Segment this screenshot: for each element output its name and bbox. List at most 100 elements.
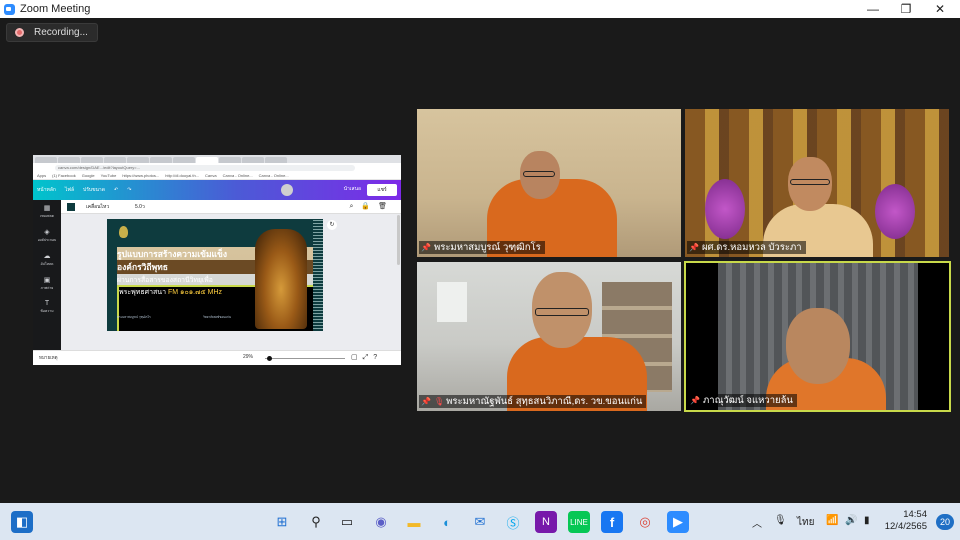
bookmark[interactable]: (1) Facebook [52,173,76,178]
facebook-icon[interactable]: f [601,511,623,533]
bookmark[interactable]: https://www.photos... [122,173,159,178]
search-icon[interactable]: ⚲ [305,511,327,533]
pin-icon: 📌 [421,243,431,252]
browser-tab[interactable] [127,157,149,163]
task-view-icon[interactable]: ▭ [336,511,358,533]
start-icon[interactable]: ⊞ [271,511,293,533]
sidebar-item-photos[interactable]: ▣ ภาพถ่าย [33,276,61,298]
mail-icon[interactable]: ✉ [469,511,491,533]
edge-icon[interactable]: ◐ [436,511,458,533]
browser-tab[interactable] [242,157,264,163]
widgets-icon[interactable]: ◧ [11,511,33,533]
close-button[interactable]: ✕ [923,0,957,18]
url-field[interactable]: canva.com/design/DAE.../edit?layoutQuery… [55,164,355,171]
buddha-image [255,229,307,329]
canva-nav-home[interactable]: หน้าหลัก [37,186,56,194]
minimize-button[interactable]: — [856,0,890,18]
zoom-icon[interactable]: ▶ [667,511,689,533]
glasses [535,308,589,316]
sidebar-item-uploads[interactable]: ☁ อัปโหลด [33,252,61,274]
bookmark[interactable]: http://dl.dooyai.th... [165,173,199,178]
emblem-logo [119,226,128,238]
footer-icons[interactable]: ▢⤢? [351,353,382,362]
browser-tab[interactable] [104,157,126,163]
recording-label: Recording... [34,27,88,38]
undo-icon[interactable]: ↶ [114,187,118,193]
browser-tab[interactable] [81,157,103,163]
canva-nav-file[interactable]: ไฟล์ [65,186,74,194]
zoom-slider[interactable] [265,358,345,359]
microphone-icon[interactable]: 🎙 [774,515,787,526]
orchid-flowers [875,184,915,239]
participant-name-tag: 📌 🎙 พระมหาณัฐพันธ์ สุทฺธสนวิภาณี,ดร. วข.ขอ… [419,395,647,408]
sidebar-item-text[interactable]: T ข้อความ [33,300,61,322]
skype-icon[interactable]: Ⓢ [502,511,524,533]
person-head [786,308,850,384]
duration-button[interactable]: 5.0ว [135,203,145,211]
browser-tab[interactable] [173,157,195,163]
volume-icon[interactable]: 🔊 [845,515,857,526]
line-icon[interactable]: LINE [568,511,590,533]
canva-header: หน้าหลัก ไฟล์ ปรับขนาด ↶ ↷ นำเสนอ แชร์ [33,180,401,200]
sidebar-item-elements[interactable]: ◈ องค์ประกอบ [33,228,61,250]
onenote-icon[interactable]: N [535,511,557,533]
browser-tab[interactable] [150,157,172,163]
canva-editor: ▦ เทมเพลต ◈ องค์ประกอบ ☁ อัปโหลด ▣ ภาพถ่าย T… [33,200,401,350]
clock-date: 12/4/2565 [884,521,927,532]
video-tile[interactable]: 📌 พระมหาสมบูรณ์ วุฑฺฒิกโร [417,109,681,257]
browser-tab[interactable] [219,157,241,163]
shared-screen[interactable]: canva.com/design/DAE.../edit?layoutQuery… [33,155,401,365]
muted-mic-icon: 🎙 [433,397,445,406]
bookmark[interactable]: Apps [37,173,46,178]
bookmark[interactable]: Canva [205,173,217,178]
browser-tab-active[interactable] [196,157,218,163]
color-swatch[interactable] [67,203,75,211]
avatar[interactable] [281,184,293,196]
slide-canvas[interactable]: รูปแบบการสร้างความเข้มแข็ง องค์กรวิถีพุท… [107,219,323,331]
chrome-icon[interactable]: ◎ [634,511,656,533]
canva-footer: หมายเหตุ 29% ▢⤢? [33,350,401,365]
video-tile-active-speaker[interactable]: 📌 ภาณุวัฒน์ จแหวายล้น [684,261,951,412]
zoom-slider-handle[interactable] [267,356,272,361]
participant-name-tag: 📌 พระมหาสมบูรณ์ วุฑฺฒิกโร [419,241,545,254]
browser-tab[interactable] [35,157,57,163]
redo-icon[interactable]: ↷ [127,187,131,193]
chevron-up-icon[interactable]: ︿ [752,515,762,530]
canva-nav-resize[interactable]: ปรับขนาด [83,186,105,194]
share-button[interactable]: แชร์ [367,184,397,196]
notes-button[interactable]: หมายเหตุ [39,354,58,361]
bookmark[interactable]: Canva - Online... [259,173,289,178]
bookmark[interactable]: Canva - Online... [223,173,253,178]
glasses [523,171,555,177]
language-indicator[interactable]: ไทย [797,515,814,530]
file-explorer-icon[interactable]: ▬ [403,511,425,533]
teams-icon[interactable]: ◉ [370,511,392,533]
browser-tab[interactable] [265,157,287,163]
maximize-button[interactable]: ❐ [889,0,923,18]
video-tile[interactable]: 📌 ผศ.ดร.หอมหวล บัวระภา [685,109,949,257]
animate-button[interactable]: เคลื่อนไหว [86,203,109,211]
templates-icon: ▦ [43,205,51,212]
recording-indicator[interactable]: Recording... [6,23,98,42]
browser-tabs [33,155,401,163]
photos-icon: ▣ [43,277,51,284]
sidebar-item-templates[interactable]: ▦ เทมเพลต [33,204,61,226]
bookmark[interactable]: Google [82,173,95,178]
system-clock[interactable]: 14:54 12/4/2565 [885,509,927,533]
refresh-icon[interactable]: ↻ [327,220,337,230]
toolbar-icons[interactable]: ⌕🔒🗑 [349,202,395,211]
wifi-icon[interactable]: 📶 [826,515,838,526]
scrollbar[interactable] [397,215,400,265]
text-icon: T [44,300,50,307]
address-bar[interactable]: canva.com/design/DAE.../edit?layoutQuery… [33,163,401,172]
bookmark[interactable]: YouTube [101,173,117,178]
orchid-flowers [705,179,745,239]
video-tile[interactable]: 📌 🎙 พระมหาณัฐพันธ์ สุทฺธสนวิภาณี,ดร. วข.ขอ… [417,262,681,411]
notification-badge[interactable]: 20 [936,514,954,530]
pin-icon: 📌 [689,243,699,252]
pin-icon: 📌 [690,396,700,405]
present-button[interactable]: นำเสนอ [344,185,361,193]
elements-icon: ◈ [44,229,50,236]
battery-icon[interactable]: ▮ [864,515,870,526]
browser-tab[interactable] [58,157,80,163]
